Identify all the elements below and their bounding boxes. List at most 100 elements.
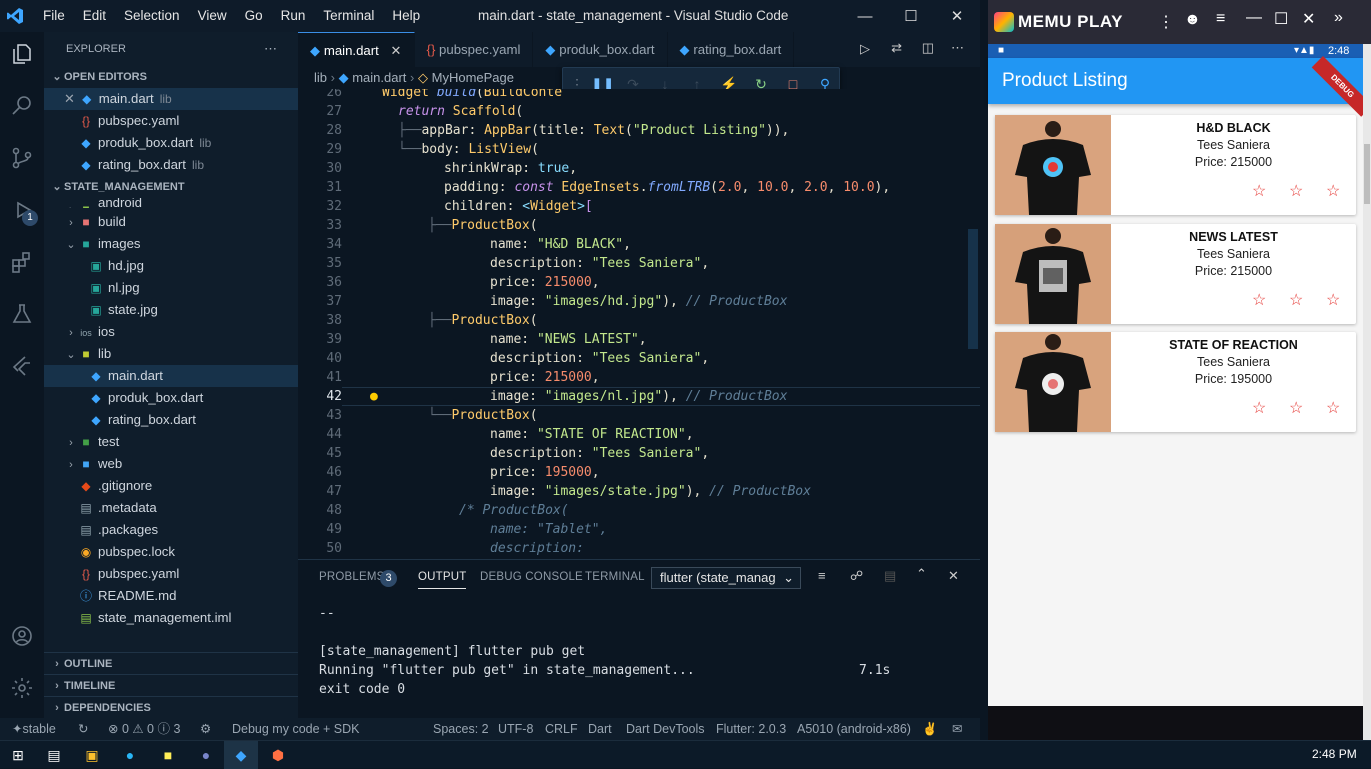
open-editor-main-dart[interactable]: ✕ ◆ main.dart lib [44, 88, 298, 110]
tab-main-dart[interactable]: ◆ main.dart ✕ [298, 32, 415, 67]
tree-item-gitignore[interactable]: ◆ .gitignore [44, 475, 298, 497]
run-debug-icon[interactable]: 1 [8, 196, 38, 226]
emulator-minimize-icon[interactable]: — [1246, 9, 1262, 27]
source-control-icon[interactable] [8, 144, 36, 172]
timeline-section[interactable]: › TIMELINE [44, 674, 298, 696]
sync-icon[interactable]: ↻ [78, 718, 88, 740]
run-icon[interactable]: ▷ [860, 41, 870, 57]
maximize-icon[interactable]: ☐ [888, 0, 934, 32]
tree-item-readme[interactable]: ⓘ README.md [44, 585, 298, 607]
device-status[interactable]: A5010 (android-x86) [797, 718, 911, 740]
feedback-icon[interactable]: ✌ [922, 718, 938, 740]
tab-output[interactable]: OUTPUT [418, 571, 467, 589]
tree-item-state-jpg[interactable]: ▣ state.jpg [44, 299, 298, 321]
close-panel-icon[interactable]: ✕ [948, 568, 959, 584]
vscode-taskbar-icon[interactable]: ◆ [224, 741, 258, 769]
emulator-account-icon[interactable]: ☻ [1184, 11, 1201, 29]
editor-scrollbar[interactable] [968, 229, 978, 349]
task-view-icon[interactable]: ▤ [44, 745, 64, 765]
close-editor-icon[interactable]: ✕ [64, 91, 75, 106]
open-editors-section[interactable]: ⌄ OPEN EDITORS [44, 66, 298, 88]
tab-rating-box[interactable]: ◆ rating_box.dart [668, 32, 795, 67]
tab-produk-box[interactable]: ◆ produk_box.dart [533, 32, 668, 67]
open-editor-rating-box[interactable]: ◆ rating_box.dart lib [44, 154, 298, 176]
menu-terminal[interactable]: Terminal [314, 0, 383, 32]
tree-item-build[interactable]: › ■ build [44, 211, 298, 233]
memu-taskbar-icon[interactable]: ⬢ [268, 745, 288, 765]
menu-run[interactable]: Run [272, 0, 315, 32]
product-card[interactable]: NEWS LATEST Tees Saniera Price: 215000 ☆… [995, 224, 1356, 324]
notifications-icon[interactable]: ✉ [952, 718, 962, 740]
outline-section[interactable]: › OUTLINE [44, 652, 298, 674]
explorer-files-icon[interactable] [8, 40, 36, 68]
open-log-icon[interactable]: ▤ [884, 568, 896, 584]
tree-item-nl-jpg[interactable]: ▣ nl.jpg [44, 277, 298, 299]
emulator-maximize-icon[interactable]: ☐ [1274, 9, 1288, 29]
emulator-sidebar-toggle-icon[interactable]: » [1334, 9, 1343, 27]
more-actions-icon[interactable]: ⋯ [264, 38, 284, 60]
close-tab-icon[interactable]: ✕ [390, 43, 401, 58]
tree-item-android[interactable]: ›■android [44, 198, 298, 208]
maximize-panel-icon[interactable]: ⌃ [916, 566, 927, 582]
taskbar-clock[interactable]: 2:48 PM [1312, 741, 1357, 767]
tree-item-packages[interactable]: ▤ .packages [44, 519, 298, 541]
extensions-icon[interactable] [8, 248, 36, 276]
tree-item-main-dart[interactable]: ◆ main.dart [44, 365, 298, 387]
star-icon[interactable]: ☆ [1252, 181, 1266, 201]
edge-icon[interactable]: ● [120, 745, 140, 765]
minimize-icon[interactable]: — [842, 0, 888, 32]
tab-problems[interactable]: PROBLEMS [319, 571, 385, 583]
tree-item-ios[interactable]: › ios ios [44, 321, 298, 343]
emulator-scrollbar[interactable] [1363, 44, 1371, 740]
flutter-icon[interactable] [8, 352, 36, 380]
tree-item-pubspec-yaml[interactable]: {} pubspec.yaml [44, 563, 298, 585]
open-editor-pubspec[interactable]: {} pubspec.yaml [44, 110, 298, 132]
product-card[interactable]: STATE OF REACTION Tees Saniera Price: 19… [995, 332, 1356, 432]
file-explorer-icon[interactable]: ▣ [82, 745, 102, 765]
split-editor-icon[interactable]: ◫ [922, 40, 934, 56]
tree-item-rating-box[interactable]: ◆ rating_box.dart [44, 409, 298, 431]
clear-output-icon[interactable]: ≡ [818, 568, 826, 583]
tree-item-hd-jpg[interactable]: ▣ hd.jpg [44, 255, 298, 277]
tab-pubspec[interactable]: {} pubspec.yaml [415, 32, 534, 67]
windows-start-icon[interactable]: ⊞ [8, 745, 28, 765]
debug-mode-status[interactable]: Debug my code + SDK [232, 718, 360, 740]
tree-item-lib[interactable]: ⌄ ■ lib [44, 343, 298, 365]
menu-go[interactable]: Go [236, 0, 272, 32]
discord-icon[interactable]: ● [196, 745, 216, 765]
dependencies-section[interactable]: › DEPENDENCIES [44, 696, 298, 718]
testing-flask-icon[interactable] [8, 300, 36, 328]
star-icon[interactable]: ☆ [1289, 290, 1303, 310]
search-icon[interactable] [8, 92, 36, 120]
star-icon[interactable]: ☆ [1252, 290, 1266, 310]
problems-status[interactable]: ⊗ 0 ⚠ 0 ⓘ 3 [108, 718, 180, 740]
star-icon[interactable]: ☆ [1326, 181, 1340, 201]
eol-status[interactable]: CRLF [545, 718, 578, 740]
tree-item-images[interactable]: ⌄ ■ images [44, 233, 298, 255]
close-window-icon[interactable]: ✕ [934, 0, 980, 32]
open-editor-produk-box[interactable]: ◆ produk_box.dart lib [44, 132, 298, 154]
lock-scroll-icon[interactable]: ☍ [850, 568, 863, 584]
star-icon[interactable]: ☆ [1289, 398, 1303, 418]
menu-help[interactable]: Help [383, 0, 429, 32]
star-icon[interactable]: ☆ [1326, 398, 1340, 418]
emulator-close-icon[interactable]: ✕ [1302, 9, 1315, 29]
emulator-hamburger-icon[interactable]: ≡ [1216, 10, 1225, 28]
compare-icon[interactable]: ⇄ [891, 40, 902, 56]
star-icon[interactable]: ☆ [1326, 290, 1340, 310]
vscode-logo-icon[interactable] [0, 0, 30, 32]
menu-selection[interactable]: Selection [115, 0, 189, 32]
account-icon[interactable] [8, 622, 36, 650]
output-channel-select[interactable]: flutter (state_manag ⌄ [651, 567, 801, 589]
devtools-status[interactable]: Dart DevTools [626, 718, 705, 740]
breadcrumb-class[interactable]: MyHomePage [432, 70, 514, 85]
star-icon[interactable]: ☆ [1252, 398, 1266, 418]
tree-item-pubspec-lock[interactable]: ◉ pubspec.lock [44, 541, 298, 563]
settings-gear-icon[interactable] [8, 674, 36, 702]
tab-debug-console[interactable]: DEBUG CONSOLE [480, 571, 583, 583]
tree-item-test[interactable]: › ■ test [44, 431, 298, 453]
tab-terminal[interactable]: TERMINAL [585, 571, 645, 583]
product-card[interactable]: H&D BLACK Tees Saniera Price: 215000 ☆ ☆… [995, 115, 1356, 215]
star-icon[interactable]: ☆ [1289, 181, 1303, 201]
breadcrumb-file[interactable]: main.dart [352, 70, 406, 85]
